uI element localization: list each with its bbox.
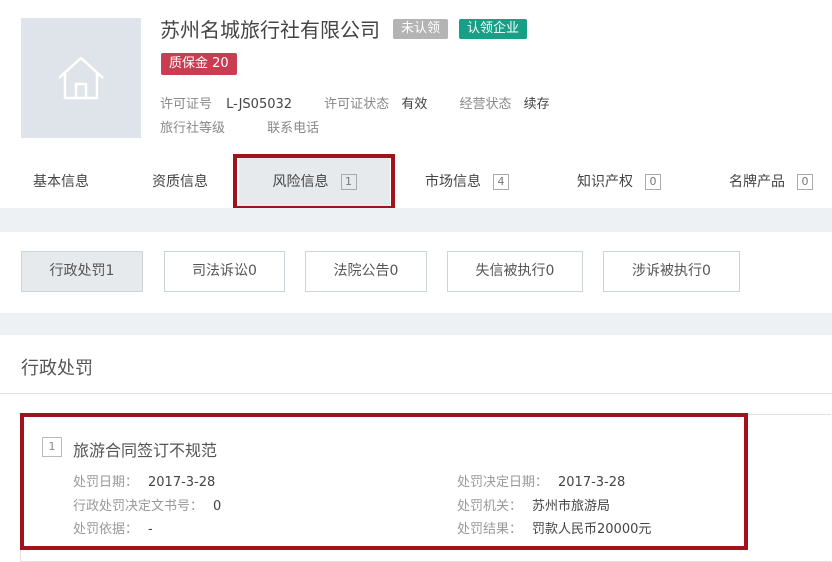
risk-tab-highlight-frame [233,154,395,210]
license-no-value: L-JS05032 [226,97,293,112]
license-no-label: 许可证号 [160,97,213,112]
filter-dishonest-executee[interactable]: 失信被执行0 [447,251,583,292]
section-divider-band [0,208,832,232]
business-status-label: 经营状态 [459,97,512,112]
company-logo-placeholder [21,18,141,138]
business-status-value: 续存 [523,97,550,112]
filter-court-announcement[interactable]: 法院公告0 [305,251,427,292]
claim-company-button[interactable]: 认领企业 [459,19,528,39]
tab-label: 名牌产品 [729,174,785,190]
deposit-badge: 质保金 20 [161,53,237,75]
tab-count-badge: 0 [645,174,661,190]
home-icon [58,56,104,100]
record-highlight-frame [20,413,748,550]
tab-bar: 基本信息 资质信息 风险信息 1 市场信息 4 知识产权 0 名牌产品 0 [0,156,832,208]
section-divider-band [0,313,832,335]
section-divider [0,393,832,394]
tab-market-info[interactable]: 市场信息 4 [425,156,509,208]
tab-count-badge: 4 [493,174,509,190]
tab-brand-products[interactable]: 名牌产品 0 [729,156,813,208]
filter-judicial-litigation[interactable]: 司法诉讼0 [164,251,285,292]
agency-level-label: 旅行社等级 [160,121,226,136]
tab-qualification[interactable]: 资质信息 [152,156,208,208]
tab-intellectual-property[interactable]: 知识产权 0 [577,156,661,208]
company-name: 苏州名城旅行社有限公司 [160,18,380,42]
filter-litigation-executee[interactable]: 涉诉被执行0 [603,251,740,292]
section-title: 行政处罚 [21,358,93,379]
level-phone-row: 旅行社等级 联系电话 [160,117,319,136]
filter-administrative-penalty[interactable]: 行政处罚1 [21,251,143,292]
contact-phone-label: 联系电话 [267,121,320,136]
tab-label: 基本信息 [33,174,89,190]
license-info-row: 许可证号 L-JS05032 许可证状态 有效 经营状态 续存 [160,93,550,112]
license-status-value: 有效 [401,97,428,112]
tab-label: 知识产权 [577,174,633,190]
unclaimed-badge: 未认领 [393,19,449,39]
tab-label: 市场信息 [425,174,481,190]
tab-label: 资质信息 [152,174,208,190]
tab-count-badge: 0 [797,174,813,190]
tab-basic-info[interactable]: 基本信息 [33,156,89,208]
license-status-label: 许可证状态 [324,97,390,112]
